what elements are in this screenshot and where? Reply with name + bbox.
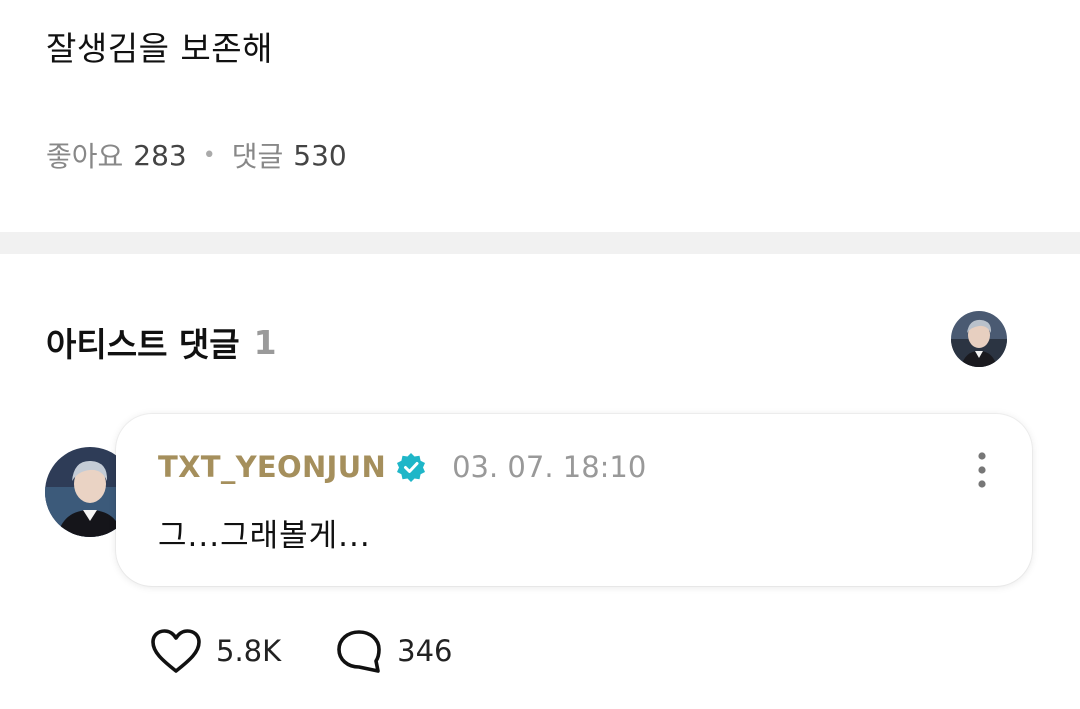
- comment-header: TXT_YEONJUN 03. 07. 18:10: [158, 450, 646, 484]
- comment-timestamp: 03. 07. 18:10: [452, 450, 647, 484]
- artist-avatar[interactable]: [951, 311, 1007, 367]
- separator-dot: •: [202, 142, 216, 168]
- like-button[interactable]: 5.8K: [150, 628, 281, 674]
- reply-count: 346: [397, 634, 453, 668]
- likes-count: 283: [133, 138, 187, 172]
- verified-badge-icon: [397, 453, 426, 482]
- speech-bubble-icon: [337, 630, 381, 673]
- comment-text: 그...그래볼게...: [158, 518, 371, 554]
- comment-card: TXT_YEONJUN 03. 07. 18:10 그...그래볼게...: [116, 414, 1032, 586]
- comment-actions: 5.8K 346: [150, 628, 507, 674]
- artist-comments-count: 1: [253, 322, 277, 362]
- like-count: 5.8K: [216, 634, 282, 668]
- post-stats: 좋아요 283 • 댓글 530: [46, 135, 347, 175]
- artist-comments-title: 아티스트 댓글: [46, 325, 240, 364]
- heart-icon: [151, 629, 201, 673]
- post-text: 잘생김을 보존해: [46, 29, 274, 68]
- likes-label: 좋아요: [46, 140, 124, 173]
- comments-label: 댓글: [231, 140, 284, 173]
- section-divider: [0, 232, 1080, 254]
- comment-author[interactable]: TXT_YEONJUN: [158, 450, 386, 484]
- more-vertical-icon[interactable]: [976, 450, 988, 490]
- artist-comments-heading: 아티스트 댓글 1: [46, 318, 277, 366]
- reply-button[interactable]: 346: [335, 628, 453, 674]
- comments-count: 530: [293, 138, 347, 172]
